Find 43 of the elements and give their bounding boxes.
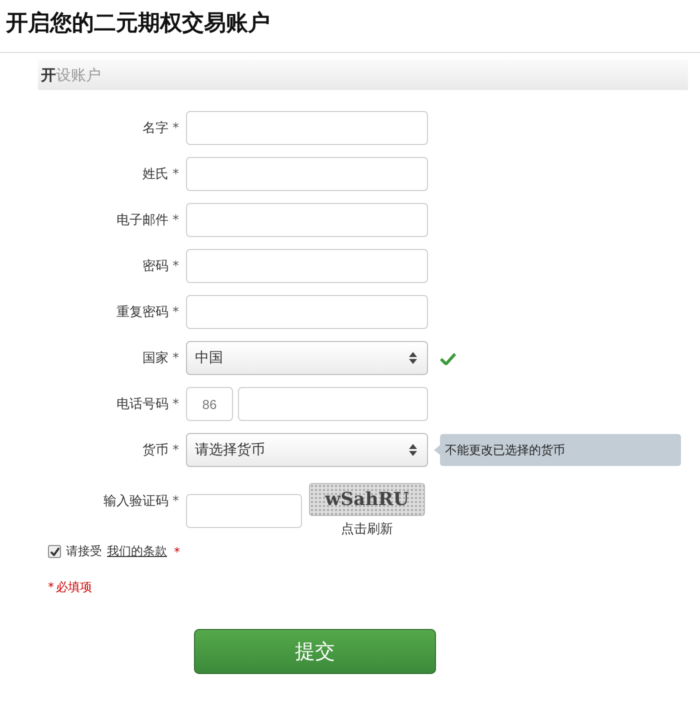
page-title: 开启您的二元期权交易账户 bbox=[4, 10, 271, 38]
required-mark: * bbox=[172, 351, 179, 366]
required-note: 必填项 bbox=[56, 580, 92, 594]
captcha-field[interactable] bbox=[186, 494, 302, 528]
country-code-field[interactable]: 86 bbox=[186, 387, 233, 421]
input-field[interactable] bbox=[186, 203, 428, 237]
terms-text: 请接受 bbox=[66, 543, 102, 560]
sort-arrows-icon bbox=[409, 444, 417, 456]
field-label: 输入验证码 bbox=[104, 494, 168, 509]
required-mark: * bbox=[172, 121, 179, 136]
input-field[interactable] bbox=[186, 157, 428, 191]
checkbox[interactable] bbox=[48, 545, 61, 558]
field-label: 国家 bbox=[142, 351, 168, 366]
required-mark: * bbox=[48, 580, 54, 594]
dropdown[interactable]: 请选择货币 bbox=[186, 433, 428, 467]
dropdown[interactable]: 中国 bbox=[186, 341, 428, 375]
phone-field[interactable] bbox=[238, 387, 428, 421]
input-field[interactable] bbox=[186, 249, 428, 283]
refresh-link[interactable]: 点击刷新 bbox=[341, 520, 393, 538]
required-mark: * bbox=[172, 305, 179, 320]
field-label: 名字 bbox=[142, 121, 168, 136]
input-field[interactable] bbox=[186, 295, 428, 329]
required-mark: * bbox=[172, 167, 179, 182]
required-mark: * bbox=[172, 494, 179, 509]
captcha-image[interactable]: wSahRU bbox=[309, 483, 425, 516]
required-mark: * bbox=[174, 544, 180, 558]
tooltip: 不能更改已选择的货币 bbox=[440, 434, 681, 466]
required-mark: * bbox=[172, 259, 179, 274]
required-mark: * bbox=[172, 397, 179, 412]
field-label: 密码 bbox=[142, 259, 168, 274]
section-header: 开设账户 bbox=[38, 60, 688, 90]
field-label: 重复密码 bbox=[116, 305, 168, 320]
terms-link[interactable]: 我们的条款 bbox=[107, 543, 167, 560]
required-mark: * bbox=[172, 443, 179, 458]
submit-button[interactable]: 提交 bbox=[194, 629, 436, 674]
field-label: 货币 bbox=[142, 443, 168, 458]
field-label: 电子邮件 bbox=[116, 213, 168, 228]
required-mark: * bbox=[172, 213, 179, 228]
sort-arrows-icon bbox=[409, 352, 417, 364]
field-label: 电话号码 bbox=[116, 397, 168, 412]
field-label: 姓氏 bbox=[142, 167, 168, 182]
input-field[interactable] bbox=[186, 111, 428, 145]
tooltip-pointer bbox=[434, 445, 440, 455]
